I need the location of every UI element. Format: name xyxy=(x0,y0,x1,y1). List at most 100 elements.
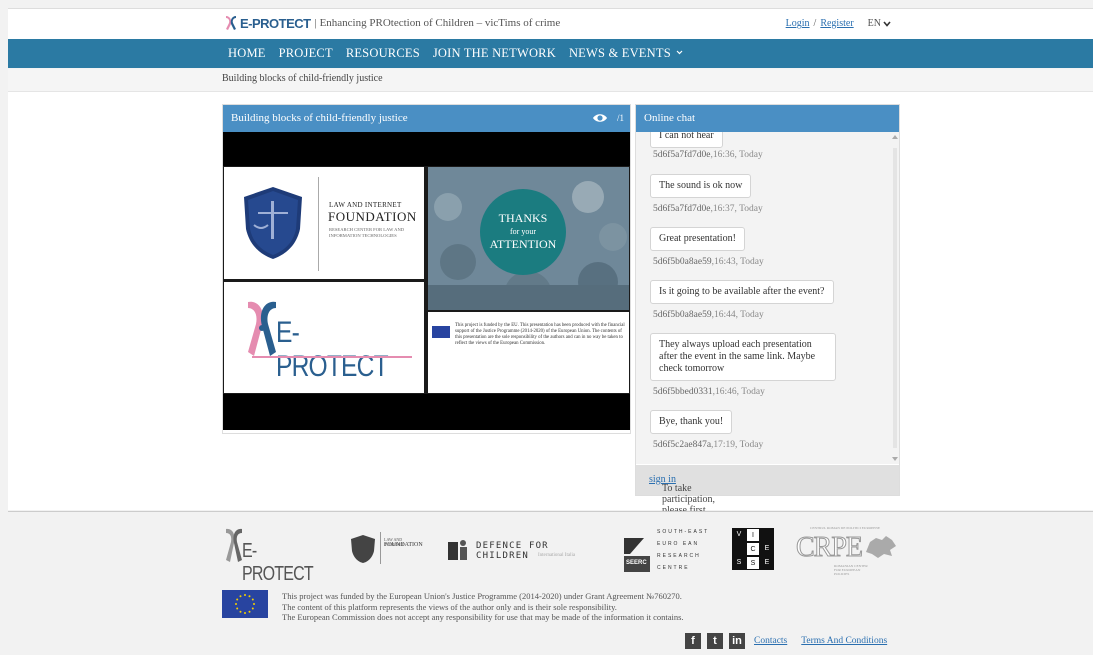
chat-header: Online chat xyxy=(636,105,899,132)
slide-area[interactable]: LAW AND INTERNET FOUNDATION RESEARCH CEN… xyxy=(223,132,630,430)
nav-project[interactable]: PROJECT xyxy=(279,46,333,61)
vicesse-cell: E xyxy=(760,542,774,556)
vicesse-cell xyxy=(760,528,774,542)
vicesse-cell: I xyxy=(746,528,760,542)
law-foundation-panel: LAW AND INTERNET FOUNDATION RESEARCH CEN… xyxy=(224,167,424,279)
scrollbar-thumb[interactable] xyxy=(893,148,897,448)
chat-message: They always upload each presentation aft… xyxy=(650,333,836,381)
eu-flag-icon xyxy=(432,326,450,338)
nav-join-network[interactable]: JOIN THE NETWORK xyxy=(433,46,556,61)
eu-flag-icon xyxy=(222,590,268,618)
chat-scrollbar[interactable] xyxy=(891,132,899,464)
chat-user: 5d6f5a7fd7d0e xyxy=(653,150,711,160)
contacts-link[interactable]: Contacts xyxy=(754,636,787,646)
vicesse-cell: C xyxy=(746,542,760,556)
eprotect-panel: E-PROTECT xyxy=(224,282,424,393)
thanks-line-2: for your xyxy=(510,227,536,236)
facebook-icon[interactable]: f xyxy=(685,633,701,649)
chat-user: 5d6f5b0a8ae59 xyxy=(653,310,712,320)
eprotect-slide-logo: E-PROTECT xyxy=(276,316,389,383)
scroll-up-icon[interactable] xyxy=(892,135,898,139)
presentation-title: Building blocks of child-friendly justic… xyxy=(231,112,408,124)
site-tagline: | Enhancing PROtection of Children – vic… xyxy=(314,17,561,29)
chat-time: ,16:46, Today xyxy=(712,387,765,397)
law-title-small: LAW AND INTERNET xyxy=(329,201,402,209)
scroll-down-icon[interactable] xyxy=(892,457,898,461)
partner-vicesse-logo[interactable]: V I C E S S E xyxy=(732,524,774,574)
chat-time: ,16:43, Today xyxy=(711,257,764,267)
funding-text: This project was funded by the European … xyxy=(282,591,684,623)
logo-text: E-PROTECT xyxy=(240,15,311,31)
law-title-big: FOUNDATION xyxy=(328,209,417,224)
partner-crpe-logo[interactable]: CENTRUL ROMAN DE POLITICI EUROPENE CRPE … xyxy=(790,524,902,576)
chat-messages[interactable]: I can not hear 5d6f5a7fd7d0e,16:36, Toda… xyxy=(636,132,891,464)
chat-message-meta: 5d6f5c2ae847a,17:19, Today xyxy=(653,440,763,450)
pink-underline xyxy=(252,356,412,358)
law-divider xyxy=(318,177,319,271)
law-subtitle: RESEARCH CENTER FOR LAW AND INFORMATION … xyxy=(329,227,405,238)
chat-time: ,17:19, Today xyxy=(711,440,764,450)
nav-resources[interactable]: RESOURCES xyxy=(346,46,420,61)
ribbon-icon xyxy=(248,301,276,356)
slide-count: /1 xyxy=(616,113,624,123)
login-link[interactable]: Login xyxy=(786,18,810,29)
crpe-sub-text: ROMANIAN CENTER FOR EUROPEAN POLICIES xyxy=(834,564,868,576)
partner-eprotect-logo[interactable]: E-PROTECT xyxy=(222,524,330,585)
chat-message: Great presentation! xyxy=(650,227,745,251)
chat-user: 5d6f5b0a8ae59 xyxy=(653,257,712,267)
eu-funding-note: This project is funded by the EU. This p… xyxy=(455,323,625,346)
top-bar: E-PROTECT | Enhancing PROtection of Chil… xyxy=(8,8,1093,39)
nav-home[interactable]: HOME xyxy=(228,46,266,61)
twitter-icon[interactable]: t xyxy=(707,633,723,649)
chat-time: ,16:44, Today xyxy=(711,310,764,320)
breadcrumb: Building blocks of child-friendly justic… xyxy=(8,69,1093,92)
site-logo[interactable]: E-PROTECT | Enhancing PROtection of Chil… xyxy=(224,15,560,31)
chevron-down-icon xyxy=(676,50,683,55)
europe-map-icon xyxy=(866,536,896,558)
presentation-header: Building blocks of child-friendly justic… xyxy=(223,105,630,132)
shield-icon xyxy=(244,187,302,259)
footer-dci-sub: International Italia xyxy=(538,553,576,558)
chat-footer: To take participation, please first sign… xyxy=(636,465,899,516)
linkedin-icon[interactable]: in xyxy=(729,633,745,649)
nav-news-events[interactable]: NEWS & EVENTS xyxy=(569,46,683,61)
funding-line-1: This project was funded by the European … xyxy=(282,591,682,601)
chat-message: Is it going to be available after the ev… xyxy=(650,280,834,304)
shield-icon xyxy=(351,535,375,563)
vicesse-cell: S xyxy=(746,556,760,570)
chat-message: Bye, thank you! xyxy=(650,410,733,434)
vicesse-grid: V I C E S S E xyxy=(732,528,774,570)
chat-message-meta: 5d6f5a7fd7d0e,16:37, Today xyxy=(653,204,763,214)
chat-title: Online chat xyxy=(644,112,696,124)
social-links: f t in xyxy=(685,633,745,649)
account-links: Login / Register EN xyxy=(786,18,891,29)
vicesse-cell xyxy=(732,542,746,556)
partner-dci-logo[interactable]: DEFENCE FOR CHILDREN International Itali… xyxy=(444,524,604,574)
online-chat: Online chat I can not hear 5d6f5a7fd7d0e… xyxy=(635,104,900,516)
chat-footer-text: To take participation, please first sign… xyxy=(649,474,715,516)
seerc-line-4: CENTRE xyxy=(657,565,690,571)
footer-dci-text: DEFENCE FOR CHILDREN xyxy=(476,541,549,561)
chat-message-meta: 5d6f5bbed0331,16:46, Today xyxy=(653,387,765,397)
crpe-text: CRPE xyxy=(795,532,863,564)
chat-user: 5d6f5a7fd7d0e xyxy=(653,204,711,214)
register-link[interactable]: Register xyxy=(820,18,853,29)
law-divider xyxy=(380,532,381,564)
seerc-line-1: SOUTH-EAST xyxy=(657,529,710,535)
link-separator: / xyxy=(813,18,817,29)
partner-law-foundation-logo[interactable]: LAW AND INTERNET FOUNDATION xyxy=(342,524,423,574)
terms-link[interactable]: Terms And Conditions xyxy=(801,636,887,646)
thanks-photo-panel: THANKS for your ATTENTION xyxy=(428,167,629,310)
seerc-emblem-icon xyxy=(624,538,650,572)
footer-links: Contacts Terms And Conditions xyxy=(754,636,887,646)
nav-news-events-label: NEWS & EVENTS xyxy=(568,46,671,60)
main-nav: HOME PROJECT RESOURCES JOIN THE NETWORK … xyxy=(8,39,1093,68)
vicesse-cell: E xyxy=(760,556,774,570)
chat-message-meta: 5d6f5a7fd7d0e,16:36, Today xyxy=(653,150,763,160)
ribbon-icon xyxy=(226,528,242,562)
thanks-line-1: THANKS xyxy=(498,211,548,225)
partner-seerc-logo[interactable]: SEERC SOUTH-EAST EURO EAN RESEARCH CENTR… xyxy=(624,524,714,574)
language-selector[interactable]: EN xyxy=(868,18,891,29)
chat-time: ,16:37, Today xyxy=(710,204,763,214)
footer: E-PROTECT LAW AND INTERNET FOUNDATION DE… xyxy=(8,511,1093,655)
